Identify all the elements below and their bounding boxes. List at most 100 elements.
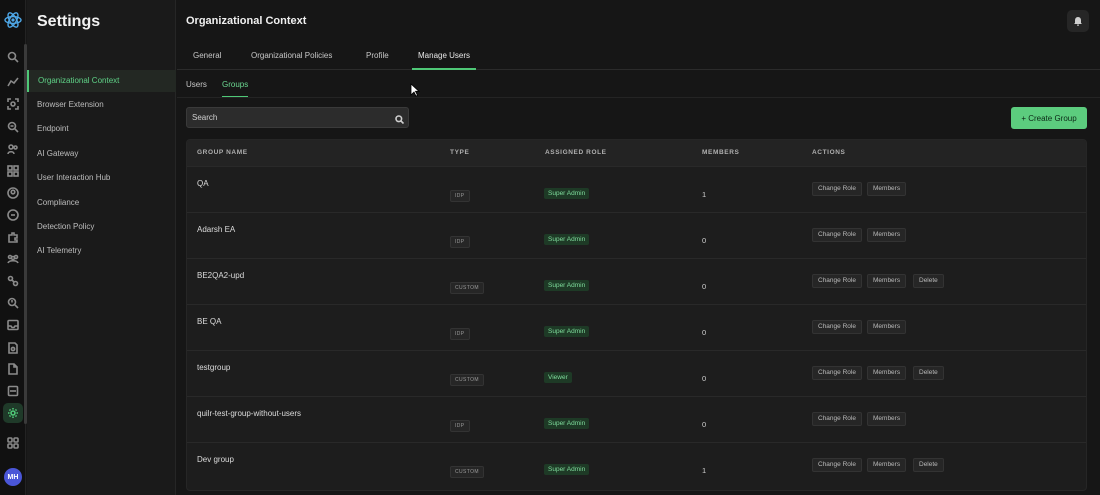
scan-icon[interactable] bbox=[6, 97, 20, 111]
plugin-icon[interactable] bbox=[6, 230, 20, 244]
sidebar-item-endpoint[interactable]: Endpoint bbox=[27, 118, 176, 140]
column-header-type: TYPE bbox=[450, 149, 470, 156]
avatar[interactable]: MH bbox=[4, 468, 22, 486]
role-badge: Super Admin bbox=[544, 188, 590, 199]
change-role-button[interactable]: Change Role bbox=[812, 412, 862, 426]
group-name: Dev group bbox=[197, 455, 234, 464]
change-role-button[interactable]: Change Role bbox=[812, 228, 862, 242]
type-badge: CUSTOM bbox=[450, 374, 484, 386]
members-count: 0 bbox=[702, 374, 707, 383]
column-header-group-name: GROUP NAME bbox=[197, 149, 248, 156]
tab-organizational-policies[interactable]: Organizational Policies bbox=[251, 47, 332, 70]
column-header-assigned-role: ASSIGNED ROLE bbox=[545, 149, 607, 156]
delete-button[interactable]: Delete bbox=[913, 274, 944, 288]
create-group-button[interactable]: + Create Group bbox=[1011, 107, 1087, 129]
group-name: BE2QA2-upd bbox=[197, 271, 245, 280]
table-header: GROUP NAME TYPE ASSIGNED ROLE MEMBERS AC… bbox=[187, 140, 1086, 166]
delete-button[interactable]: Delete bbox=[913, 366, 944, 380]
tab-profile[interactable]: Profile bbox=[366, 47, 389, 70]
role-badge: Super Admin bbox=[544, 280, 590, 291]
group-name: BE QA bbox=[197, 317, 222, 326]
table-row: testgroup CUSTOM Viewer 0 Change Role Me… bbox=[187, 350, 1086, 396]
main-content: Organizational Context General Organizat… bbox=[177, 0, 1100, 495]
table-row: QA IDP Super Admin 1 Change Role Members bbox=[187, 166, 1086, 212]
table-row: Adarsh EA IDP Super Admin 0 Change Role … bbox=[187, 212, 1086, 258]
members-button[interactable]: Members bbox=[867, 228, 907, 242]
grid-icon[interactable] bbox=[6, 436, 20, 450]
members-button[interactable]: Members bbox=[867, 366, 907, 380]
table-row: BE QA IDP Super Admin 0 Change Role Memb… bbox=[187, 304, 1086, 350]
tab-manage-users[interactable]: Manage Users bbox=[412, 47, 477, 70]
type-badge: IDP bbox=[450, 190, 470, 202]
shield-icon[interactable] bbox=[6, 208, 20, 222]
change-role-button[interactable]: Change Role bbox=[812, 320, 862, 334]
sidebar-item-user-interaction-hub[interactable]: User Interaction Hub bbox=[27, 167, 176, 189]
sidebar-title: Settings bbox=[37, 13, 101, 30]
settings-tabs: General Organizational Policies Profile … bbox=[177, 47, 1100, 70]
sidebar-item-ai-telemetry[interactable]: AI Telemetry bbox=[27, 240, 176, 262]
sidebar-item-organizational-context[interactable]: Organizational Context bbox=[27, 70, 176, 92]
subtab-groups[interactable]: Groups bbox=[222, 75, 249, 97]
notifications-button[interactable] bbox=[1067, 10, 1089, 32]
group-name: testgroup bbox=[197, 363, 231, 372]
delete-button[interactable]: Delete bbox=[913, 458, 944, 472]
sidebar-item-detection-policy[interactable]: Detection Policy bbox=[27, 216, 176, 238]
members-count: 1 bbox=[702, 190, 707, 199]
type-badge: IDP bbox=[450, 236, 470, 248]
change-role-button[interactable]: Change Role bbox=[812, 274, 862, 288]
type-badge: IDP bbox=[450, 328, 470, 340]
inbox-icon[interactable] bbox=[6, 318, 20, 332]
type-badge: CUSTOM bbox=[450, 282, 484, 294]
change-role-button[interactable]: Change Role bbox=[812, 458, 862, 472]
team-icon[interactable] bbox=[6, 252, 20, 266]
manage-users-subtabs: Users Groups bbox=[177, 75, 1100, 98]
mouse-cursor-icon bbox=[410, 83, 420, 97]
settings-icon[interactable] bbox=[3, 403, 23, 423]
tab-general[interactable]: General bbox=[193, 47, 221, 70]
page-title: Organizational Context bbox=[186, 15, 307, 27]
table-row: Dev group CUSTOM Super Admin 1 Change Ro… bbox=[187, 442, 1086, 488]
group-name: quilr-test-group-without-users bbox=[197, 409, 302, 418]
members-button[interactable]: Members bbox=[867, 274, 907, 288]
members-count: 0 bbox=[702, 282, 707, 291]
table-row: BE2QA2-upd CUSTOM Super Admin 0 Change R… bbox=[187, 258, 1086, 304]
members-button[interactable]: Members bbox=[867, 182, 907, 196]
inspect-icon[interactable] bbox=[6, 120, 20, 134]
group-name: Adarsh EA bbox=[197, 225, 236, 234]
members-count: 1 bbox=[702, 466, 707, 475]
table-row: quilr-test-group-without-users IDP Super… bbox=[187, 396, 1086, 442]
group-name: QA bbox=[197, 179, 209, 188]
sidebar-item-compliance[interactable]: Compliance bbox=[27, 192, 176, 214]
alerts-icon[interactable] bbox=[6, 296, 20, 310]
settings-sidebar: Settings Organizational Context Browser … bbox=[27, 0, 176, 495]
search-icon[interactable] bbox=[6, 50, 20, 64]
change-role-button[interactable]: Change Role bbox=[812, 182, 862, 196]
analytics-icon[interactable] bbox=[6, 75, 20, 89]
app-logo-icon[interactable] bbox=[3, 10, 23, 30]
server-icon[interactable] bbox=[6, 384, 20, 398]
members-button[interactable]: Members bbox=[867, 320, 907, 334]
apps-icon[interactable] bbox=[6, 164, 20, 178]
column-header-actions: ACTIONS bbox=[812, 149, 846, 156]
members-button[interactable]: Members bbox=[867, 412, 907, 426]
subtab-users[interactable]: Users bbox=[186, 75, 207, 97]
users-icon[interactable] bbox=[6, 142, 20, 156]
change-role-button[interactable]: Change Role bbox=[812, 366, 862, 380]
search-input[interactable]: Search bbox=[186, 107, 409, 128]
members-count: 0 bbox=[702, 236, 707, 245]
link-icon[interactable] bbox=[6, 274, 20, 288]
role-badge: Viewer bbox=[544, 372, 572, 383]
sidebar-item-ai-gateway[interactable]: AI Gateway bbox=[27, 143, 176, 165]
file-search-icon[interactable] bbox=[6, 341, 20, 355]
role-badge: Super Admin bbox=[544, 326, 590, 337]
icon-rail: MH bbox=[0, 0, 27, 495]
role-badge: Super Admin bbox=[544, 234, 590, 245]
user-circle-icon[interactable] bbox=[6, 186, 20, 200]
sidebar-item-browser-extension[interactable]: Browser Extension bbox=[27, 94, 176, 116]
members-button[interactable]: Members bbox=[867, 458, 907, 472]
members-count: 0 bbox=[702, 420, 707, 429]
column-header-members: MEMBERS bbox=[702, 149, 740, 156]
type-badge: CUSTOM bbox=[450, 466, 484, 478]
type-badge: IDP bbox=[450, 420, 470, 432]
document-icon[interactable] bbox=[6, 362, 20, 376]
